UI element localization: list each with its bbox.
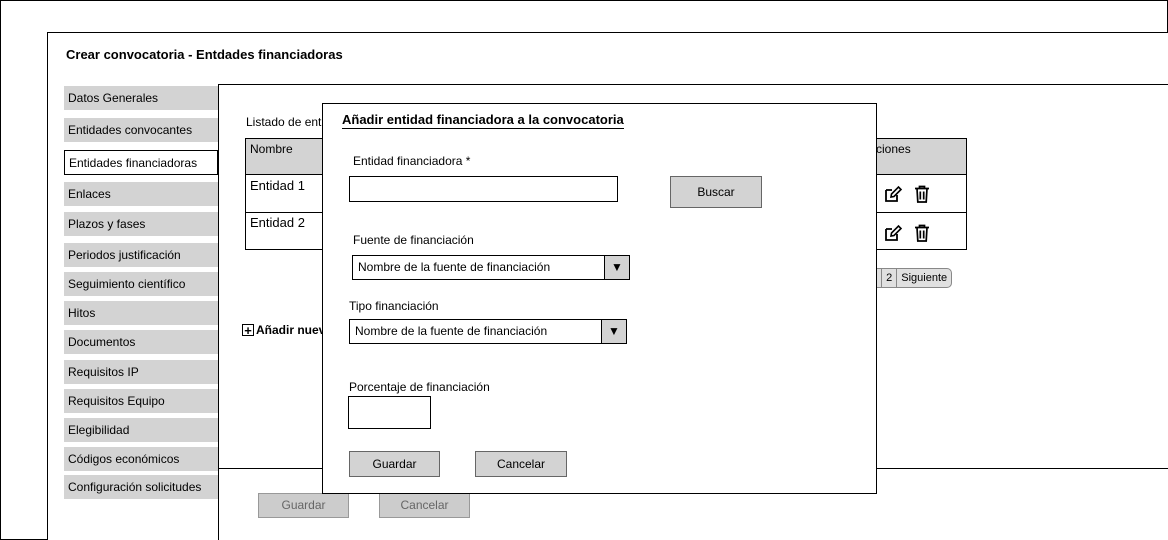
- cancel-button[interactable]: Cancelar: [379, 493, 470, 518]
- edit-icon[interactable]: [883, 184, 903, 204]
- plus-square-icon: +: [242, 324, 254, 337]
- save-button[interactable]: Guardar: [258, 493, 349, 518]
- list-title: Listado de enti: [246, 115, 325, 129]
- dialog-cancel-button[interactable]: Cancelar: [475, 451, 567, 477]
- entity-input[interactable]: [349, 176, 618, 202]
- table-row-name: Entidad 2: [250, 215, 305, 230]
- dialog-save-button[interactable]: Guardar: [349, 451, 440, 477]
- funding-type-label: Tipo financiación: [349, 299, 439, 313]
- sidebar-item-configuracion-solicitudes[interactable]: Configuración solicitudes: [64, 475, 218, 499]
- dialog-title: Añadir entidad financiadora a la convoca…: [342, 112, 624, 129]
- funding-type-select[interactable]: Nombre de la fuente de financiación ▼: [349, 319, 627, 344]
- chevron-down-icon: ▼: [601, 320, 626, 343]
- next-page-button[interactable]: Siguiente: [896, 269, 951, 287]
- sidebar-item-plazos-fases[interactable]: Plazos y fases: [64, 212, 218, 236]
- percentage-input[interactable]: [348, 396, 431, 429]
- sidebar-item-hitos[interactable]: Hitos: [64, 301, 218, 325]
- add-entity-label: Añadir nuev: [256, 323, 326, 337]
- sidebar-item-seguimiento-cientifico[interactable]: Seguimiento científico: [64, 272, 218, 296]
- left-rail: [0, 32, 48, 540]
- sidebar-item-entidades-financiadoras[interactable]: Entidades financiadoras: [64, 150, 218, 175]
- sidebar-item-entidades-convocantes[interactable]: Entidades convocantes: [64, 118, 218, 142]
- entity-field-label: Entidad financiadora *: [353, 154, 471, 168]
- sidebar-item-documentos[interactable]: Documentos: [64, 330, 218, 354]
- funding-source-select[interactable]: Nombre de la fuente de financiación ▼: [352, 255, 630, 280]
- page-2-button[interactable]: 2: [881, 269, 896, 287]
- sidebar-item-datos-generales[interactable]: Datos Generales: [64, 86, 218, 110]
- funding-source-value: Nombre de la fuente de financiación: [358, 260, 551, 274]
- page-title: Crear convocatoria - Entdades financiado…: [66, 47, 343, 62]
- sidebar-item-requisitos-equipo[interactable]: Requisitos Equipo: [64, 389, 218, 413]
- search-button[interactable]: Buscar: [670, 176, 762, 208]
- sidebar-item-elegibilidad[interactable]: Elegibilidad: [64, 418, 218, 442]
- pagination: 1 2 Siguiente: [866, 268, 953, 288]
- top-bar: [0, 0, 1168, 33]
- add-entity-link[interactable]: + Añadir nuev: [242, 323, 325, 337]
- sidebar-item-codigos-economicos[interactable]: Códigos económicos: [64, 447, 218, 471]
- sidebar-item-enlaces[interactable]: Enlaces: [64, 182, 218, 206]
- table-row-name: Entidad 1: [250, 178, 305, 193]
- edit-icon[interactable]: [883, 223, 903, 243]
- trash-icon[interactable]: [912, 223, 932, 243]
- chevron-down-icon: ▼: [604, 256, 629, 279]
- percentage-label: Porcentaje de financiación: [349, 380, 490, 394]
- column-header-actions: ciones: [876, 142, 911, 156]
- sidebar-item-periodos-justificacion[interactable]: Periodos justificación: [64, 243, 218, 267]
- trash-icon[interactable]: [912, 184, 932, 204]
- funding-type-value: Nombre de la fuente de financiación: [355, 324, 548, 338]
- column-header-name: Nombre: [250, 142, 293, 156]
- funding-source-label: Fuente de financiación: [353, 233, 474, 247]
- sidebar-item-requisitos-ip[interactable]: Requisitos IP: [64, 360, 218, 384]
